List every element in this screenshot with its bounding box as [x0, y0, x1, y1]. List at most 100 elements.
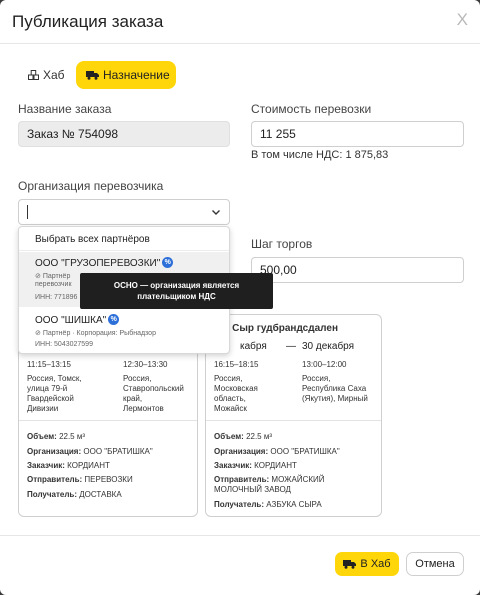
- to-place-line: Россия,: [302, 374, 331, 383]
- customer-label: Заказчик:: [214, 461, 252, 470]
- sender-row: Отправитель: МОЖАЙСКИЙ: [214, 475, 325, 484]
- tooltip-line: ОСНО — организация является: [113, 281, 240, 290]
- bid-step-field[interactable]: 500,00: [251, 257, 464, 283]
- carrier-option-partner: ⊘ Партнёр · Корпорация: Рыбнадзор: [35, 330, 156, 337]
- tab-destination-label: Назначение: [103, 68, 170, 82]
- to-hub-label: В Хаб: [360, 558, 391, 570]
- partner-text: Партнёр: [42, 273, 71, 280]
- footer-divider: [0, 535, 480, 536]
- org-row: Организация: ООО "БРАТИШКА": [214, 447, 340, 456]
- order-name-label: Название заказа: [18, 102, 112, 116]
- text-caret: [27, 205, 28, 219]
- cancel-label: Отмена: [415, 558, 455, 570]
- from-place: Россия, Московская область, Можайск: [214, 374, 258, 414]
- tab-hub-label: Хаб: [43, 68, 65, 82]
- from-place-line: Можайск: [214, 404, 247, 413]
- sender-value: ПЕРЕВОЗКИ: [84, 475, 133, 484]
- sender-row: Отправитель: ПЕРЕВОЗКИ: [27, 475, 133, 484]
- customer-value: КОРДИАНТ: [254, 461, 297, 470]
- volume-value: 22.5 м³: [59, 432, 86, 441]
- org-label: Организация:: [214, 447, 269, 456]
- divider: [19, 420, 197, 421]
- from-place-line: Гвардейской: [27, 394, 74, 403]
- volume-row: Объем: 22.5 м³: [27, 432, 85, 441]
- cost-label: Стоимость перевозки: [251, 102, 372, 116]
- from-place-line: область,: [214, 394, 246, 403]
- truck-icon: [86, 70, 99, 80]
- carrier-label: Организация перевозчика: [18, 179, 164, 193]
- carrier-option[interactable]: ООО "ШИШКА"% ⊘ Партнёр · Корпорация: Рыб…: [19, 307, 229, 353]
- carrier-option-partner: ⊘ Партнёр: [35, 273, 71, 280]
- to-time: 12:30–13:30: [123, 360, 168, 369]
- carrier-option-name: ООО "ГРУЗОПЕРЕВОЗКИ"%: [35, 257, 174, 269]
- modal-header: Публикация заказа X: [0, 0, 480, 44]
- volume-label: Объем:: [214, 432, 244, 441]
- to-place: Россия, Республика Саха (Якутия), Мирный: [302, 374, 368, 404]
- tab-hub[interactable]: Хаб: [18, 61, 68, 89]
- carrier-option-inn: ИНН: 5043027599: [35, 341, 93, 348]
- volume-value: 22.5 м³: [246, 432, 273, 441]
- tooltip-line: плательщиком НДС: [137, 292, 216, 301]
- to-date: 30 декабря: [302, 341, 355, 352]
- date-dash: —: [286, 341, 296, 352]
- select-all-partners[interactable]: Выбрать всех партнёров: [19, 227, 229, 251]
- to-place-line: Лермонтов: [123, 404, 164, 413]
- sender-label: Отправитель:: [214, 475, 270, 484]
- to-place-line: Россия,: [123, 374, 152, 383]
- customer-label: Заказчик:: [27, 461, 65, 470]
- to-place-line: край,: [123, 394, 143, 403]
- receiver-label: Получатель:: [214, 500, 264, 509]
- customer-row: Заказчик: КОРДИАНТ: [27, 461, 110, 470]
- vat-tooltip: ОСНО — организация является плательщиком…: [80, 273, 273, 309]
- from-time: 11:15–13:15: [27, 360, 71, 369]
- from-place-line: Россия, Томск,: [27, 374, 82, 383]
- to-place-line: (Якутия), Мирный: [302, 394, 368, 403]
- receiver-label: Получатель:: [27, 490, 77, 499]
- divider: [206, 420, 381, 421]
- chevron-down-icon[interactable]: [211, 207, 221, 217]
- sender-value: МОЖАЙСКИЙ: [271, 475, 325, 484]
- receiver-value: АЗБУКА СЫРА: [266, 500, 322, 509]
- order-card[interactable]: ] Сыр гудбрандсдален кабря — 30 декабря …: [205, 314, 382, 517]
- tab-destination[interactable]: Назначение: [76, 61, 176, 89]
- to-time: 13:00–12:00: [302, 360, 347, 369]
- card-title: ] Сыр гудбрандсдален: [226, 323, 338, 334]
- modal-title: Публикация заказа: [12, 12, 164, 31]
- to-place-line: Республика Саха: [302, 384, 367, 393]
- to-place: Россия, Ставропольский край, Лермонтов: [123, 374, 184, 414]
- cancel-button[interactable]: Отмена: [406, 552, 464, 576]
- receiver-value: ДОСТАВКА: [79, 490, 122, 499]
- carrier-name-text: ООО "ГРУЗОПЕРЕВОЗКИ": [35, 258, 161, 269]
- carrier-select[interactable]: [18, 199, 230, 225]
- carrier-option-inn: ИНН: 771896: [35, 294, 78, 301]
- truck-icon: [343, 559, 357, 569]
- carrier-name-text: ООО "ШИШКА": [35, 315, 107, 326]
- vat-badge-icon[interactable]: %: [108, 314, 120, 325]
- org-label: Организация:: [27, 447, 82, 456]
- order-name-field: Заказ № 754098: [18, 121, 230, 147]
- org-value: ООО "БРАТИШКА": [83, 447, 153, 456]
- from-place-line: улица 79-й: [27, 384, 68, 393]
- from-place-line: Московская: [214, 384, 258, 393]
- from-time: 16:15–18:15: [214, 360, 259, 369]
- from-place-line: Россия,: [214, 374, 243, 383]
- to-place-line: Ставропольский: [123, 384, 184, 393]
- volume-row: Объем: 22.5 м³: [214, 432, 272, 441]
- org-row: Организация: ООО "БРАТИШКА": [27, 447, 153, 456]
- cost-field[interactable]: 11 255: [251, 121, 464, 147]
- bid-step-label: Шаг торгов: [251, 237, 313, 251]
- partner-text: Партнёр · Корпорация: Рыбнадзор: [42, 330, 156, 337]
- sender-label: Отправитель:: [27, 475, 83, 484]
- receiver-row: Получатель: АЗБУКА СЫРА: [214, 500, 322, 509]
- receiver-row: Получатель: ДОСТАВКА: [27, 490, 122, 499]
- from-place-line: Дивизии: [27, 404, 59, 413]
- volume-label: Объем:: [27, 432, 57, 441]
- org-value: ООО "БРАТИШКА": [270, 447, 340, 456]
- to-hub-button[interactable]: В Хаб: [335, 552, 399, 576]
- sender-row-cont: МОЛОЧНЫЙ ЗАВОД: [214, 485, 291, 494]
- cost-value: 11 255: [260, 127, 296, 141]
- vat-badge-icon[interactable]: %: [162, 257, 174, 268]
- close-icon[interactable]: X: [457, 10, 468, 30]
- from-place: Россия, Томск, улица 79-й Гвардейской Ди…: [27, 374, 82, 414]
- order-name-value: Заказ № 754098: [27, 127, 119, 141]
